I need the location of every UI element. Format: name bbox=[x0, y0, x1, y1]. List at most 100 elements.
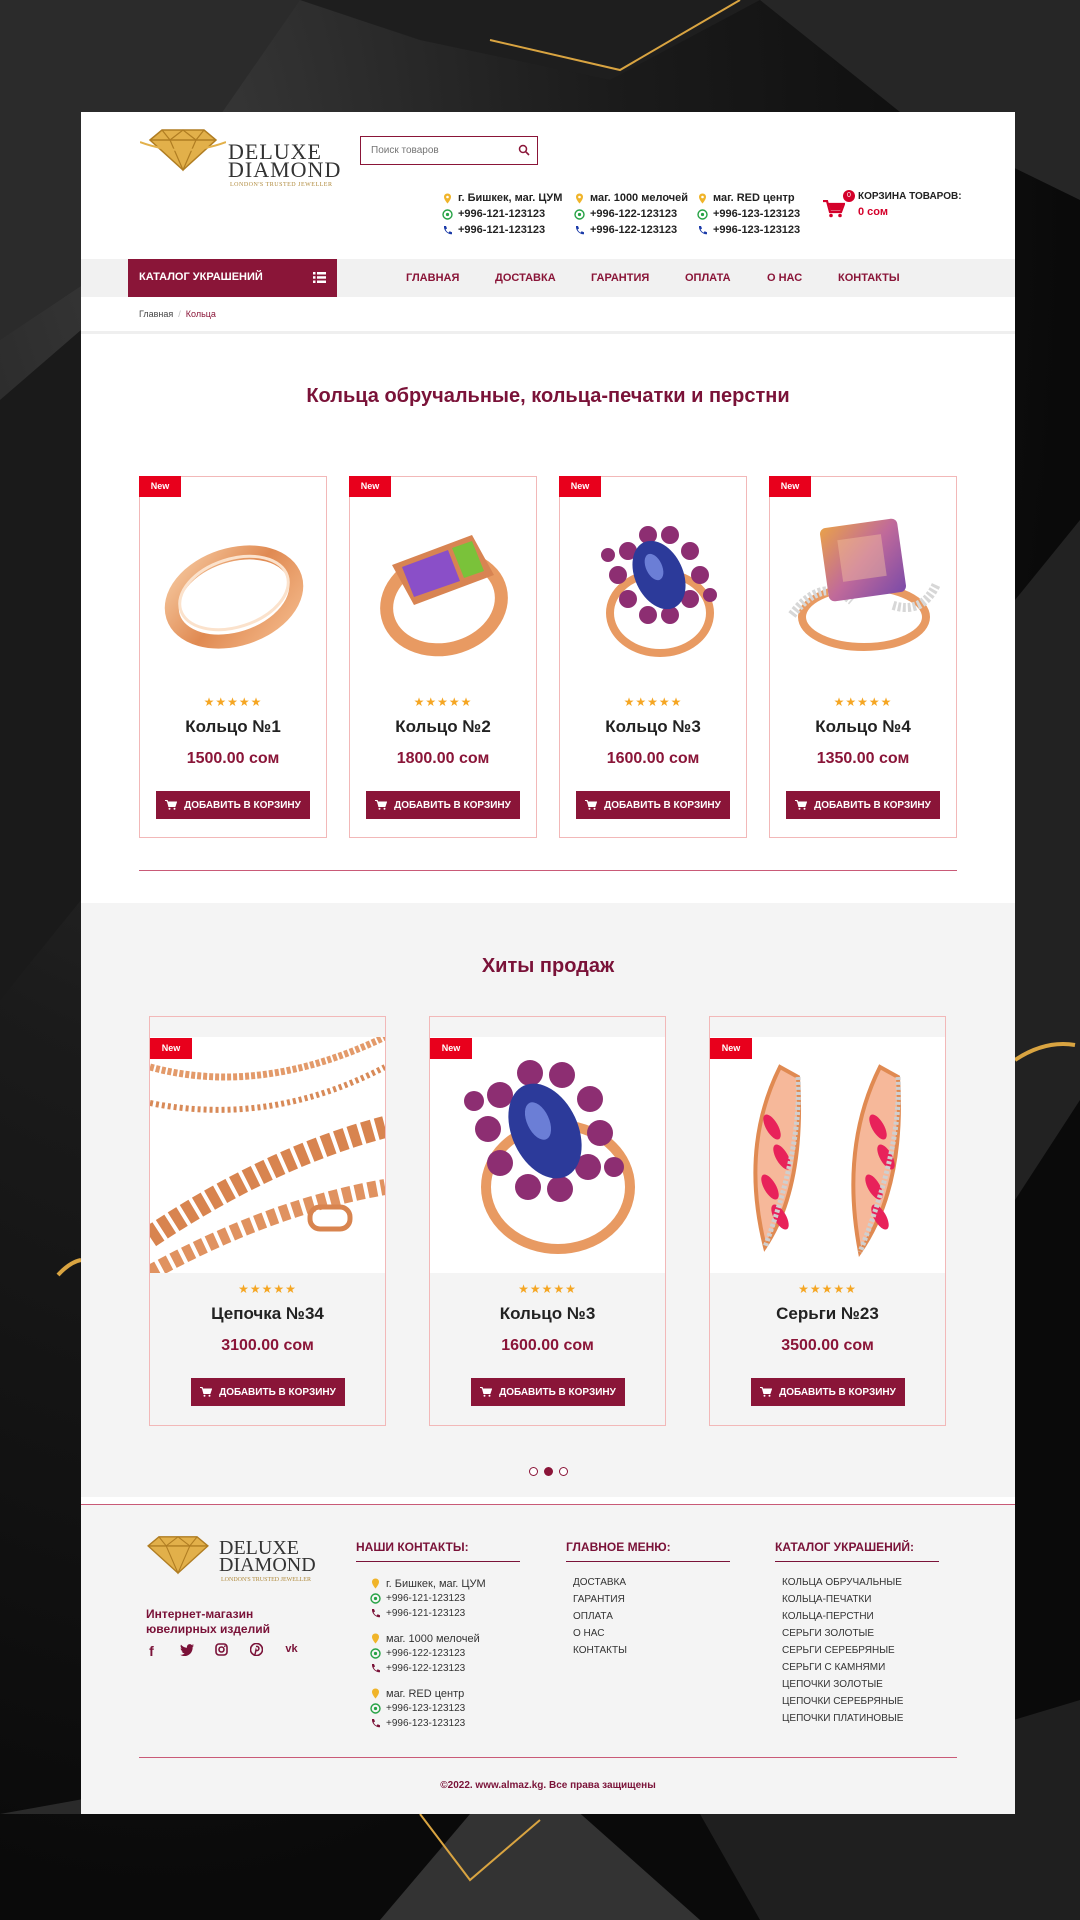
phone-icon bbox=[575, 225, 584, 234]
phone-icon bbox=[371, 1609, 380, 1618]
footer-store-whatsapp[interactable]: +996-123-123123 bbox=[386, 1703, 465, 1714]
product-card[interactable]: New ★★★★★ Кольцо №3 1600.00 сом ДОБАВИТЬ… bbox=[559, 476, 747, 838]
nav-item-payment[interactable]: ОПЛАТА bbox=[685, 272, 731, 284]
search-icon[interactable] bbox=[518, 144, 530, 156]
footer-store-phone[interactable]: +996-121-123123 bbox=[386, 1608, 465, 1619]
product-card[interactable]: New ★★★★★ Кольцо №3 1600.00 сом ДОБАВИТЬ… bbox=[429, 1016, 666, 1426]
cart-icon bbox=[760, 1387, 773, 1397]
phone-icon bbox=[698, 225, 707, 234]
product-name[interactable]: Кольцо №2 bbox=[350, 717, 536, 737]
add-to-cart-button[interactable]: ДОБАВИТЬ В КОРЗИНУ bbox=[191, 1378, 345, 1406]
product-name[interactable]: Кольцо №1 bbox=[140, 717, 326, 737]
footer-catalog-underline bbox=[775, 1561, 939, 1562]
nav-item-contacts[interactable]: КОНТАКТЫ bbox=[838, 272, 900, 284]
ring-product-image[interactable] bbox=[430, 1037, 665, 1273]
footer-catalog-item[interactable]: ЦЕПОЧКИ СЕРЕБРЯНЫЕ bbox=[782, 1696, 903, 1713]
footer-bottom-divider bbox=[139, 1757, 957, 1758]
store-phone[interactable]: +996-121-123123 bbox=[458, 224, 545, 236]
site-footer: DELUXE DIAMOND LONDON'S TRUSTED JEWELLER… bbox=[81, 1505, 1015, 1814]
store-contact-2: маг. 1000 мелочей +996-122-123123 +996-1… bbox=[574, 190, 688, 238]
carousel-dot-1[interactable] bbox=[528, 1467, 538, 1476]
add-to-cart-button[interactable]: ДОБАВИТЬ В КОРЗИНУ bbox=[471, 1378, 625, 1406]
footer-catalog-item[interactable]: СЕРЬГИ ЗОЛОТЫЕ bbox=[782, 1628, 903, 1645]
phone-icon bbox=[371, 1664, 380, 1673]
footer-store-phone[interactable]: +996-123-123123 bbox=[386, 1718, 465, 1729]
vk-icon[interactable]: vk bbox=[284, 1643, 299, 1659]
ring-image bbox=[464, 1060, 635, 1254]
ring-product-image[interactable] bbox=[572, 505, 736, 669]
store-phone[interactable]: +996-122-123123 bbox=[590, 224, 677, 236]
store-phone[interactable]: +996-123-123123 bbox=[713, 224, 800, 236]
product-name[interactable]: Кольцо №3 bbox=[430, 1304, 665, 1324]
catalog-menu-button[interactable]: КАТАЛОГ УКРАШЕНИЙ bbox=[128, 259, 337, 297]
new-badge: New bbox=[769, 476, 811, 497]
breadcrumb-separator: / bbox=[178, 309, 181, 319]
footer-catalog-item[interactable]: СЕРЬГИ СЕРЕБРЯНЫЕ bbox=[782, 1645, 903, 1662]
store-whatsapp[interactable]: +996-121-123123 bbox=[458, 208, 545, 220]
footer-catalog-item[interactable]: КОЛЬЦА-ПЕРСТНИ bbox=[782, 1611, 903, 1628]
footer-menu-item[interactable]: ОПЛАТА bbox=[573, 1611, 627, 1628]
product-name[interactable]: Кольцо №3 bbox=[560, 717, 746, 737]
product-name[interactable]: Серьги №23 bbox=[710, 1304, 945, 1324]
product-card[interactable]: New ★★★★★ Кольцо №4 1350.00 сом ДОБАВИТЬ… bbox=[769, 476, 957, 838]
product-card[interactable]: New ★★★★★ Кольцо №2 1800.00 сом ДОБАВИТЬ… bbox=[349, 476, 537, 838]
nav-item-home[interactable]: ГЛАВНАЯ bbox=[406, 272, 459, 284]
breadcrumb-home[interactable]: Главная bbox=[139, 309, 173, 319]
footer-catalog-item[interactable]: СЕРЬГИ С КАМНЯМИ bbox=[782, 1662, 903, 1679]
add-to-cart-button[interactable]: ДОБАВИТЬ В КОРЗИНУ bbox=[751, 1378, 905, 1406]
cart-count-badge: 0 bbox=[843, 190, 855, 202]
footer-catalog-item[interactable]: КОЛЬЦА ОБРУЧАЛЬНЫЕ bbox=[782, 1577, 903, 1594]
twitter-icon[interactable] bbox=[179, 1643, 194, 1659]
product-name[interactable]: Кольцо №4 bbox=[770, 717, 956, 737]
chain-product-image[interactable] bbox=[143, 1033, 388, 1281]
footer-menu-item[interactable]: КОНТАКТЫ bbox=[573, 1645, 627, 1662]
footer-tagline-line1: Интернет-магазин bbox=[146, 1607, 254, 1621]
footer-menu-item[interactable]: О НАС bbox=[573, 1628, 627, 1645]
location-pin-icon bbox=[576, 193, 583, 203]
store-whatsapp[interactable]: +996-123-123123 bbox=[713, 208, 800, 220]
product-price: 1500.00 сом bbox=[186, 750, 280, 767]
copyright-text: ©2022. www.almaz.kg. Все права защищены bbox=[440, 1780, 656, 1791]
footer-catalog-item[interactable]: ЦЕПОЧКИ ЗОЛОТЫЕ bbox=[782, 1679, 903, 1696]
new-badge: New bbox=[349, 476, 391, 497]
footer-catalog-item[interactable]: ЦЕПОЧКИ ПЛАТИНОВЫЕ bbox=[782, 1713, 903, 1730]
nav-item-warranty[interactable]: ГАРАНТИЯ bbox=[591, 272, 649, 284]
earrings-product-image[interactable] bbox=[710, 1037, 945, 1273]
footer-menu-item[interactable]: ГАРАНТИЯ bbox=[573, 1594, 627, 1611]
product-price: 1800.00 сом bbox=[396, 750, 490, 767]
nav-item-delivery[interactable]: ДОСТАВКА bbox=[495, 272, 556, 284]
footer-catalog-item[interactable]: КОЛЬЦА-ПЕЧАТКИ bbox=[782, 1594, 903, 1611]
footer-menu-item[interactable]: ДОСТАВКА bbox=[573, 1577, 627, 1594]
instagram-icon[interactable] bbox=[214, 1643, 229, 1659]
carousel-dot-3[interactable] bbox=[558, 1467, 568, 1476]
nav-item-about[interactable]: О НАС bbox=[767, 272, 802, 284]
facebook-icon[interactable]: f bbox=[144, 1643, 159, 1659]
product-card[interactable]: New ★★★★★ Серьги №23 3500.00 сом ДОБАВИТ… bbox=[709, 1016, 946, 1426]
ring-product-image[interactable] bbox=[152, 505, 316, 669]
store-whatsapp[interactable]: +996-122-123123 bbox=[590, 208, 677, 220]
add-to-cart-button[interactable]: ДОБАВИТЬ В КОРЗИНУ bbox=[156, 791, 310, 819]
footer-store-address: маг. 1000 мелочей bbox=[386, 1632, 480, 1645]
add-to-cart-button[interactable]: ДОБАВИТЬ В КОРЗИНУ bbox=[786, 791, 940, 819]
product-name[interactable]: Цепочка №34 bbox=[150, 1304, 385, 1324]
search-input[interactable] bbox=[360, 136, 538, 165]
footer-store-whatsapp[interactable]: +996-122-123123 bbox=[386, 1648, 465, 1659]
logo-tagline: LONDON'S TRUSTED JEWELLER bbox=[230, 182, 333, 188]
footer-logo[interactable]: DELUXE DIAMOND LONDON'S TRUSTED JEWELLER bbox=[139, 1535, 319, 1585]
product-card[interactable]: New ★★★★★ Цепочка №34 3100.00 сом ДОБАВИ… bbox=[143, 1016, 388, 1426]
site-logo[interactable]: DELUXE DIAMOND LONDON'S TRUSTED JEWELLER bbox=[139, 128, 350, 188]
add-to-cart-button[interactable]: ДОБАВИТЬ В КОРЗИНУ bbox=[576, 791, 730, 819]
ring-product-image[interactable] bbox=[362, 505, 526, 669]
footer-store-whatsapp[interactable]: +996-121-123123 bbox=[386, 1593, 465, 1604]
carousel-dot-2[interactable] bbox=[543, 1467, 553, 1476]
product-price: 1350.00 сом bbox=[816, 750, 910, 767]
ring-product-image[interactable] bbox=[782, 505, 946, 669]
location-pin-icon bbox=[699, 193, 706, 203]
add-to-cart-button[interactable]: ДОБАВИТЬ В КОРЗИНУ bbox=[366, 791, 520, 819]
footer-store-phone[interactable]: +996-122-123123 bbox=[386, 1663, 465, 1674]
page-container: DELUXE DIAMOND LONDON'S TRUSTED JEWELLER… bbox=[81, 112, 1015, 1814]
add-to-cart-label: ДОБАВИТЬ В КОРЗИНУ bbox=[184, 799, 301, 811]
bestsellers-title: Хиты продаж bbox=[481, 955, 615, 977]
product-card[interactable]: New ★★★★★ Кольцо №1 1500.00 сом ДОБАВИТЬ… bbox=[139, 476, 327, 838]
pinterest-icon[interactable] bbox=[249, 1642, 264, 1659]
